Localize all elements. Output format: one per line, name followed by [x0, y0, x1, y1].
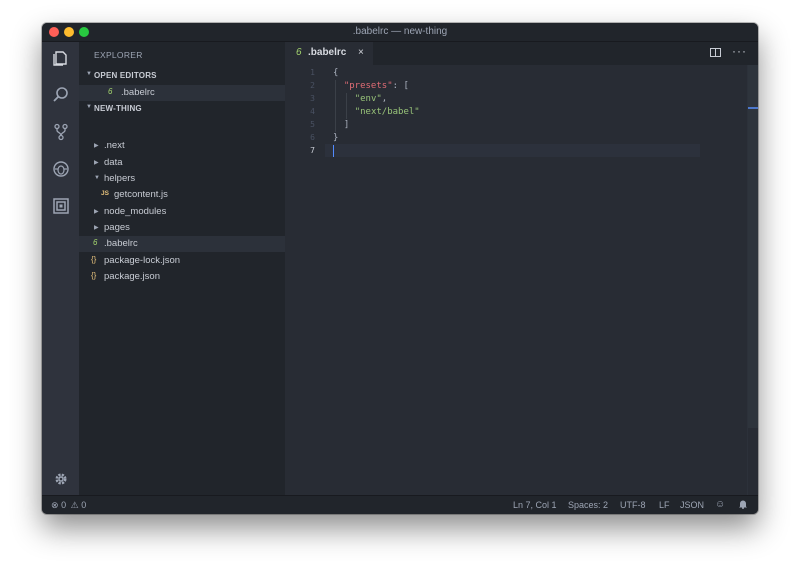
- tree-file-babelrc[interactable]: 6 .babelrc: [79, 236, 285, 252]
- code-line: "presets": [: [343, 81, 409, 91]
- expanded-arrow-icon: ▼: [86, 71, 93, 77]
- status-bar: ⊗ 0 ⚠ 0 Ln 7, Col 1 Spaces: 2 UTF-8 LF J…: [42, 495, 758, 514]
- tree-folder-node-modules[interactable]: ▶ node_modules: [79, 204, 285, 220]
- split-editor-icon[interactable]: [710, 48, 721, 57]
- tree-file-package-lock[interactable]: {} package-lock.json: [79, 253, 285, 269]
- open-editors-header[interactable]: ▼ OPEN EDITORS: [79, 69, 285, 83]
- error-count: 0: [61, 500, 67, 510]
- line-number: 1: [310, 68, 315, 77]
- tab-babelrc[interactable]: 6 .babelrc ×: [285, 42, 373, 65]
- tree-folder-data[interactable]: ▶ data: [79, 155, 285, 171]
- warning-count: 0: [81, 500, 87, 510]
- open-editor-item-babelrc[interactable]: 6 .babelrc: [79, 85, 285, 101]
- encoding-setting[interactable]: UTF-8: [620, 500, 646, 510]
- editor-window: .babelrc — new-thing EXPLORER ▼ OPEN EDI…: [42, 23, 758, 514]
- problems-indicator[interactable]: ⊗ 0 ⚠ 0: [51, 500, 86, 511]
- editor-actions: ···: [710, 44, 750, 61]
- more-actions-icon[interactable]: ···: [732, 44, 747, 58]
- collapsed-arrow-icon: ▶: [94, 225, 99, 231]
- feedback-smiley-icon[interactable]: ☺: [715, 499, 725, 510]
- error-icon: ⊗: [51, 500, 59, 510]
- babel-file-icon: 6: [108, 87, 113, 96]
- code-line: "env",: [354, 94, 388, 104]
- indentation-setting[interactable]: Spaces: 2: [568, 500, 608, 510]
- files-icon[interactable]: [51, 48, 71, 68]
- expanded-arrow-icon: ▼: [86, 104, 93, 110]
- scrollbar-thumb[interactable]: [748, 65, 758, 428]
- code-line: }: [333, 133, 339, 143]
- collapsed-arrow-icon: ▶: [94, 209, 99, 215]
- js-file-icon: JS: [101, 190, 109, 197]
- explorer-title: EXPLORER: [94, 50, 143, 60]
- code-line: "next/babel": [354, 107, 420, 117]
- line-number: 4: [310, 107, 315, 116]
- json-file-icon: {}: [91, 255, 97, 264]
- title-bar: .babelrc — new-thing: [42, 23, 758, 42]
- gear-icon[interactable]: [51, 469, 71, 489]
- code-editor[interactable]: 1 2 3 4 5 6 7 { "presets": [ "env", "nex…: [285, 65, 748, 496]
- tree-folder-helpers[interactable]: ▼ helpers: [79, 171, 285, 187]
- collapsed-arrow-icon: ▶: [94, 160, 99, 166]
- extensions-icon[interactable]: [51, 196, 71, 216]
- collapsed-arrow-icon: ▶: [94, 143, 99, 149]
- tree-folder-pages[interactable]: ▶ pages: [79, 220, 285, 236]
- current-line-highlight: [325, 144, 700, 157]
- window-title: .babelrc — new-thing: [352, 26, 448, 37]
- line-number: 3: [310, 94, 315, 103]
- line-number: 2: [310, 81, 315, 90]
- eol-setting[interactable]: LF: [659, 500, 670, 510]
- expanded-arrow-icon: ▼: [94, 175, 100, 181]
- json-file-icon: {}: [91, 271, 97, 280]
- debug-icon[interactable]: [51, 159, 71, 179]
- code-line: ]: [333, 120, 350, 130]
- tree-file-getcontent[interactable]: JS getcontent.js: [79, 187, 285, 203]
- tree-folder-next[interactable]: ▶ .next: [79, 138, 285, 154]
- line-number: 6: [310, 133, 315, 142]
- tab-strip: 6 .babelrc × ···: [285, 42, 758, 65]
- line-number: 5: [310, 120, 315, 129]
- warning-icon: ⚠: [70, 500, 79, 510]
- close-tab-icon[interactable]: ×: [358, 47, 364, 58]
- line-number: 7: [310, 146, 315, 155]
- activity-bar: [42, 42, 79, 496]
- editor-scrollbar[interactable]: [747, 65, 758, 496]
- babel-file-icon: 6: [93, 238, 98, 247]
- text-cursor: [333, 145, 334, 157]
- code-line: {: [333, 68, 339, 78]
- search-icon[interactable]: [51, 85, 71, 105]
- babel-file-icon: 6: [296, 47, 302, 58]
- project-header[interactable]: ▼ NEW-THING: [79, 102, 285, 116]
- tree-file-package-json[interactable]: {} package.json: [79, 269, 285, 285]
- language-mode[interactable]: JSON: [680, 500, 704, 510]
- notifications-bell-icon[interactable]: [738, 499, 748, 511]
- cursor-position-marker: [748, 107, 758, 109]
- source-control-icon[interactable]: [51, 122, 71, 142]
- editor-area: 6 .babelrc × ··· 1 2 3 4 5 6 7 { "preset…: [285, 42, 758, 496]
- cursor-position[interactable]: Ln 7, Col 1: [513, 500, 557, 510]
- explorer-sidebar: EXPLORER ▼ OPEN EDITORS 6 .babelrc ▼ NEW…: [79, 42, 285, 496]
